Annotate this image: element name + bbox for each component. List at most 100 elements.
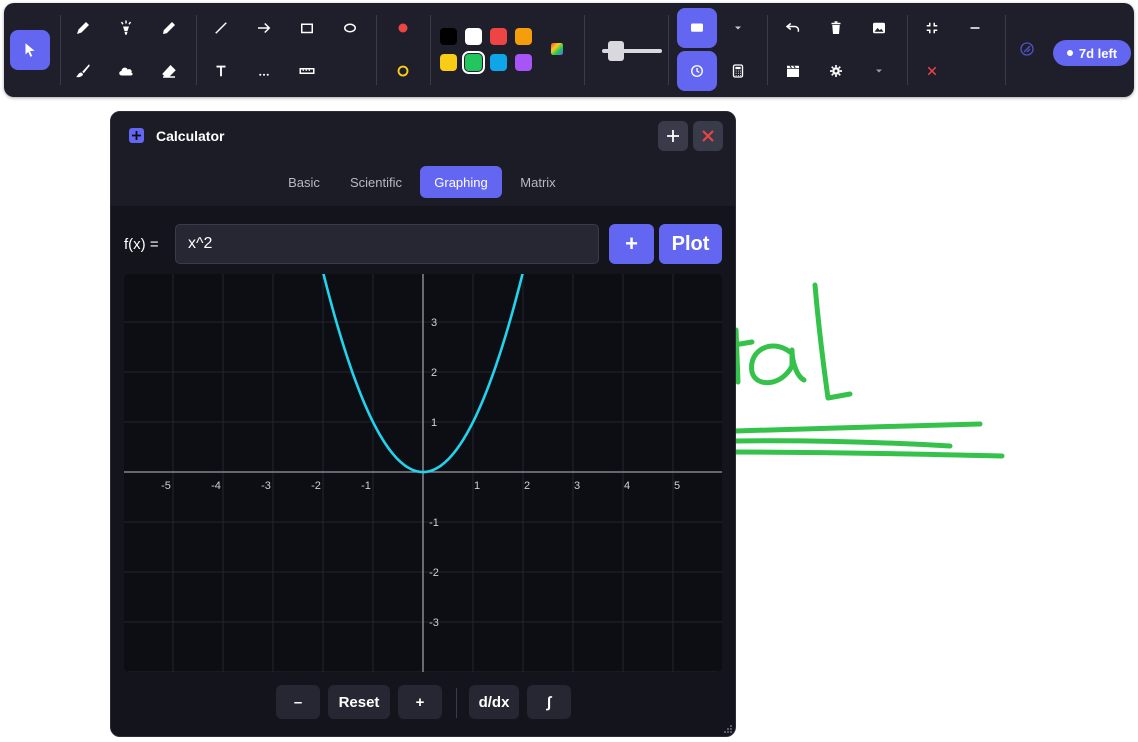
color-swatch-black[interactable] xyxy=(440,28,457,45)
new-calculator-button[interactable] xyxy=(658,121,688,151)
plus-icon xyxy=(667,130,679,142)
board-options-dropdown[interactable] xyxy=(721,11,755,45)
select-tool-button[interactable] xyxy=(10,30,50,70)
graph-canvas[interactable]: -5 -4 -3 -2 -1 1 2 3 4 5 3 2 1 -1 -2 -3 xyxy=(124,274,722,672)
arrow-tool-button[interactable] xyxy=(247,11,281,45)
ruler-tool-button[interactable] xyxy=(290,54,324,88)
graph-plot[interactable]: -5 -4 -3 -2 -1 1 2 3 4 5 3 2 1 -1 -2 -3 xyxy=(124,274,722,672)
slideshow-button[interactable] xyxy=(776,54,810,88)
badge-dot xyxy=(1066,50,1073,56)
more-options-dropdown[interactable] xyxy=(862,54,896,88)
calculator-title: Calculator xyxy=(156,128,225,144)
separator xyxy=(376,15,377,85)
separator xyxy=(196,15,197,85)
dots-icon xyxy=(259,73,269,76)
x-tick-label: -3 xyxy=(261,480,271,492)
main-toolbar: 7d left xyxy=(4,3,1134,97)
tab-graphing[interactable]: Graphing xyxy=(420,166,502,198)
color-swatch-white[interactable] xyxy=(465,28,482,45)
integral-button[interactable]: ∫ xyxy=(527,685,571,719)
outline-color-button[interactable] xyxy=(386,54,420,88)
settings-button[interactable] xyxy=(819,54,853,88)
color-swatch-green[interactable] xyxy=(462,51,485,74)
trial-badge[interactable]: 7d left xyxy=(1053,40,1131,66)
close-app-button[interactable] xyxy=(915,54,949,88)
reset-view-button[interactable]: Reset xyxy=(328,685,390,719)
x-tick-label: 2 xyxy=(524,480,530,492)
separator xyxy=(584,15,585,85)
line-tool-button[interactable] xyxy=(204,11,238,45)
board-icon xyxy=(691,23,703,32)
rectangle-tool-button[interactable] xyxy=(290,11,324,45)
calculator-header[interactable]: Calculator xyxy=(111,112,735,160)
stroke-width-slider-thumb[interactable] xyxy=(607,41,624,61)
trash-icon xyxy=(831,21,841,34)
derivative-button[interactable]: d/dx xyxy=(469,685,519,719)
pen-tool-button[interactable] xyxy=(66,11,100,45)
undo-icon xyxy=(785,22,800,32)
insert-image-button[interactable] xyxy=(862,11,896,45)
rectangle-icon xyxy=(301,23,313,34)
resize-grip-icon[interactable] xyxy=(723,724,733,734)
highlighter-tool-button[interactable] xyxy=(109,11,143,45)
x-tick-label: -4 xyxy=(211,480,221,492)
ruler-icon xyxy=(299,68,315,74)
chevron-down-icon xyxy=(876,69,882,73)
y-tick-label: -3 xyxy=(429,617,439,629)
function-input-value: x^2 xyxy=(188,235,213,252)
calculator-widget-button[interactable] xyxy=(721,54,755,88)
separator xyxy=(60,15,61,85)
add-function-button[interactable]: + xyxy=(609,224,654,264)
calculator-window: Calculator Basic Scientific Graphing Mat… xyxy=(110,111,736,737)
calculator-app-icon xyxy=(129,128,144,143)
tab-matrix[interactable]: Matrix xyxy=(509,166,567,198)
y-tick-label: 2 xyxy=(431,367,437,379)
ellipse-tool-button[interactable] xyxy=(333,11,367,45)
delete-button[interactable] xyxy=(819,11,853,45)
tab-scientific[interactable]: Scientific xyxy=(340,166,412,198)
separator xyxy=(1005,15,1006,85)
cloud-tool-button[interactable] xyxy=(109,54,143,88)
zoom-out-button[interactable]: – xyxy=(276,685,320,719)
close-icon xyxy=(927,66,937,76)
color-swatch-purple[interactable] xyxy=(515,54,532,71)
compact-mode-button[interactable] xyxy=(915,11,949,45)
y-tick-label: 1 xyxy=(431,417,437,429)
x-tick-label: 1 xyxy=(474,480,480,492)
y-tick-label: -2 xyxy=(429,567,439,579)
color-swatch-orange[interactable] xyxy=(515,28,532,45)
color-swatch-yellow[interactable] xyxy=(440,54,457,71)
x-tick-label: -5 xyxy=(161,480,171,492)
close-calculator-button[interactable] xyxy=(693,121,723,151)
separator xyxy=(430,15,431,85)
x-tick-label: -1 xyxy=(361,480,371,492)
whiteboard-mode-button[interactable] xyxy=(677,8,717,48)
minus-icon xyxy=(970,27,980,29)
text-tool-button[interactable] xyxy=(204,54,238,88)
color-swatch-red[interactable] xyxy=(490,28,507,45)
calculator-icon xyxy=(732,64,744,78)
brush-tool-button[interactable] xyxy=(66,54,100,88)
color-swatch-blue[interactable] xyxy=(490,54,507,71)
text-icon xyxy=(216,65,226,77)
clock-widget-button[interactable] xyxy=(677,51,717,91)
custom-color-button[interactable] xyxy=(540,32,574,66)
tab-basic[interactable]: Basic xyxy=(278,166,330,198)
brush-icon xyxy=(76,64,90,78)
dotted-line-tool-button[interactable] xyxy=(247,54,281,88)
eraser-tool-button[interactable] xyxy=(152,54,186,88)
pencil-tool-button[interactable] xyxy=(152,11,186,45)
chevron-down-icon xyxy=(735,26,741,30)
function-input[interactable]: x^2 xyxy=(175,224,599,264)
pen-icon xyxy=(77,22,89,34)
plot-button[interactable]: Plot xyxy=(659,224,722,264)
calculator-tabs: Basic Scientific Graphing Matrix xyxy=(111,160,735,206)
highlighter-icon xyxy=(120,20,132,35)
minimize-button[interactable] xyxy=(958,11,992,45)
fill-color-button[interactable] xyxy=(386,11,420,45)
separator xyxy=(907,15,908,85)
x-tick-label: 4 xyxy=(624,480,630,492)
zoom-in-button[interactable]: + xyxy=(398,685,442,719)
undo-button[interactable] xyxy=(776,11,810,45)
cloud-icon xyxy=(119,67,133,76)
